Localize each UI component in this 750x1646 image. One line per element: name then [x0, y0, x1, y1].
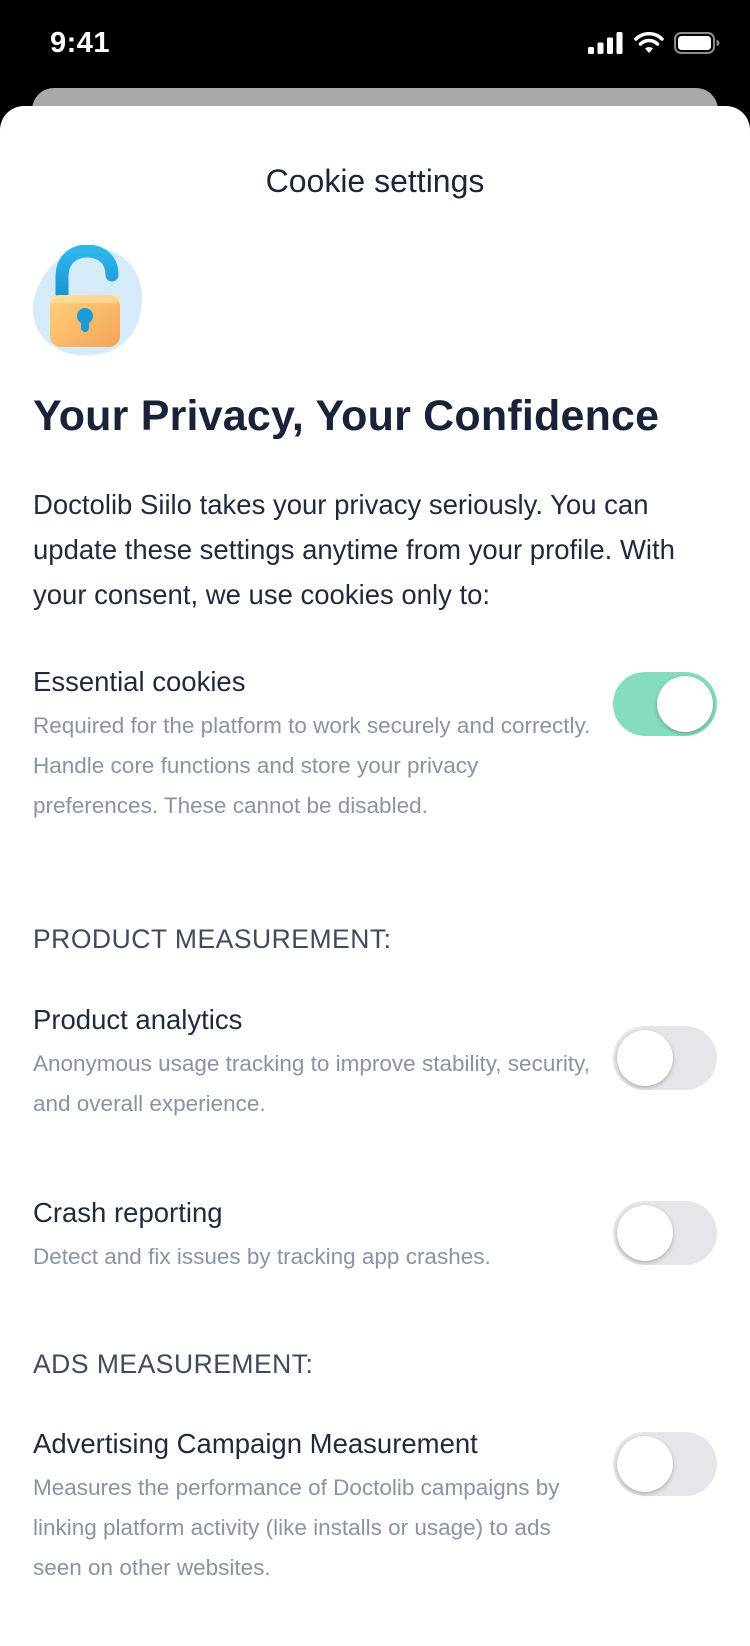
product-analytics-toggle[interactable] — [613, 1026, 717, 1090]
advertising-campaign-row: Advertising Campaign Measurement Measure… — [33, 1424, 717, 1588]
crash-reporting-row: Crash reporting Detect and fix issues by… — [33, 1193, 717, 1277]
page-headline: Your Privacy, Your Confidence — [33, 392, 660, 440]
toggle-knob — [657, 676, 713, 732]
toggle-knob — [617, 1030, 673, 1086]
product-analytics-row: Product analytics Anonymous usage tracki… — [33, 1000, 717, 1124]
intro-text: Doctolib Siilo takes your privacy seriou… — [33, 489, 675, 610]
product-analytics-description: Anonymous usage tracking to improve stab… — [33, 1051, 590, 1116]
essential-cookies-description: Required for the platform to work secure… — [33, 713, 591, 818]
advertising-campaign-description: Measures the performance of Doctolib cam… — [33, 1475, 560, 1580]
product-measurement-heading: PRODUCT MEASUREMENT: — [33, 924, 392, 954]
crash-reporting-description: Detect and fix issues by tracking app cr… — [33, 1244, 491, 1269]
cellular-signal-icon — [588, 32, 624, 59]
product-analytics-title: Product analytics — [33, 1004, 243, 1035]
ads-measurement-heading: ADS MEASUREMENT: — [33, 1349, 314, 1379]
status-time: 9:41 — [50, 27, 111, 59]
essential-cookies-toggle[interactable] — [613, 672, 717, 736]
crash-reporting-toggle[interactable] — [613, 1201, 717, 1265]
wifi-icon — [634, 31, 664, 59]
essential-cookies-row: Essential cookies Required for the platf… — [33, 662, 717, 826]
toggle-knob — [617, 1436, 673, 1492]
unlocked-padlock-icon — [30, 244, 148, 363]
status-icons — [588, 31, 720, 59]
sheet-title: Cookie settings — [265, 163, 485, 199]
status-bar: 9:41 — [0, 0, 750, 90]
battery-icon — [674, 32, 720, 59]
toggle-knob — [617, 1205, 673, 1261]
advertising-campaign-toggle[interactable] — [613, 1432, 717, 1496]
